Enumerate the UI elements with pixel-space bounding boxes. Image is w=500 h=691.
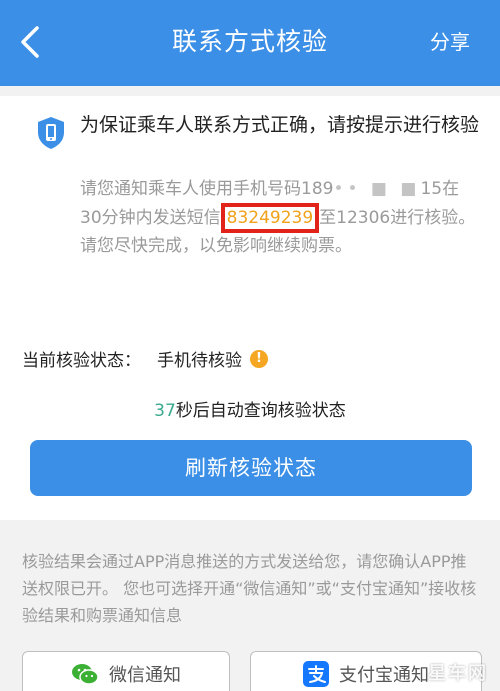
- wechat-notify-label: 微信通知: [109, 665, 181, 686]
- shield-phone-icon: [38, 117, 64, 149]
- alipay-icon: [303, 661, 329, 687]
- wechat-notify-button[interactable]: 微信通知: [22, 651, 230, 691]
- notice-text: 为保证乘车人联系方式正确，请按提示进行核验: [80, 114, 480, 136]
- watermark: 星车网: [428, 663, 488, 684]
- masked-phone-digits: •• ■ ■: [333, 179, 421, 199]
- header-bar: 联系方式核验 分享: [0, 0, 500, 86]
- instruction-part1: 请您通知乘车人使用手机号码189: [80, 179, 334, 199]
- warning-icon: !: [250, 349, 268, 368]
- refresh-status-button[interactable]: 刷新核验状态: [30, 440, 472, 496]
- countdown-text: 37秒后自动查询核验状态: [0, 396, 500, 421]
- info-text: 核验结果会通过APP消息推送的方式发送给您，请您确认APP推送权限已开。 您也可…: [22, 552, 477, 625]
- instruction-text: 请您通知乘车人使用手机号码189•• ■ ■15在30分钟内发送短信 832492…: [80, 176, 480, 260]
- status-label: 当前核验状态：: [22, 351, 141, 371]
- status-row: 当前核验状态： 手机待核验 !: [22, 346, 268, 371]
- countdown-seconds: 37: [154, 401, 176, 421]
- wechat-icon: [71, 662, 99, 686]
- share-button[interactable]: 分享: [430, 22, 470, 62]
- countdown-label: 秒后自动查询核验状态: [175, 401, 346, 421]
- status-value: 手机待核验: [157, 351, 242, 371]
- status-card: 当前核验状态： 手机待核验 ! 37秒后自动查询核验状态 刷新核验状态: [0, 320, 500, 520]
- alipay-notify-label: 支付宝通知: [339, 665, 429, 686]
- sms-code: 83249239: [220, 203, 320, 233]
- page-title: 联系方式核验: [171, 27, 328, 56]
- verification-notice-card: 为保证乘车人联系方式正确，请按提示进行核验 请您通知乘车人使用手机号码189••…: [0, 96, 500, 320]
